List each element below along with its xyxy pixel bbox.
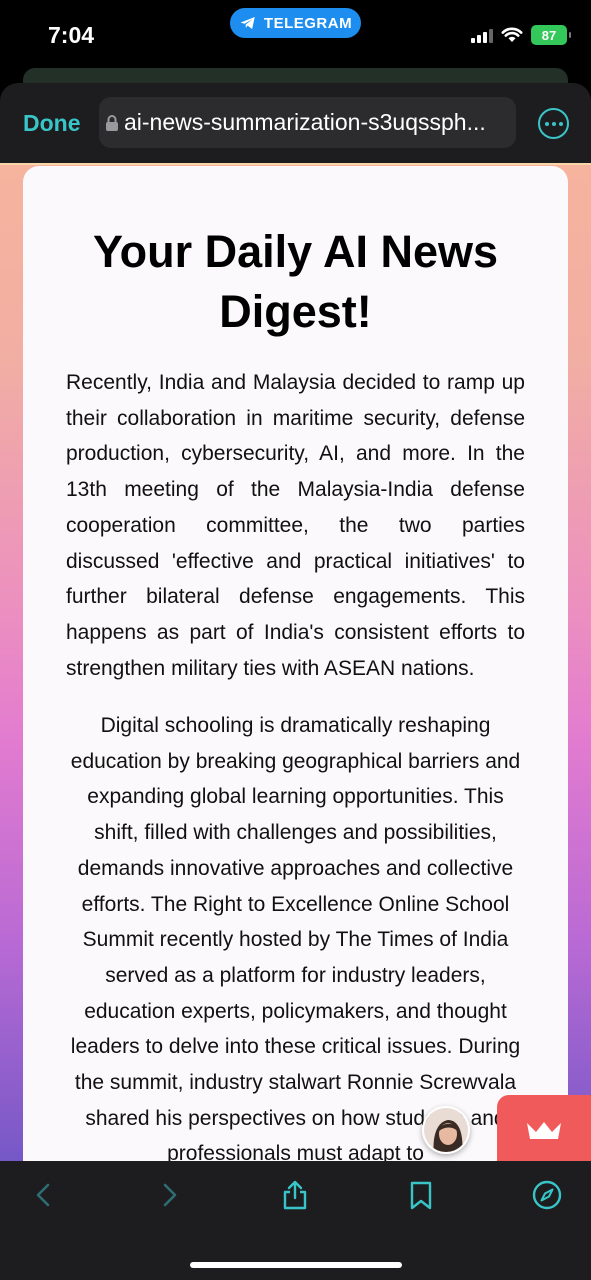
status-icons: 87	[471, 25, 571, 45]
battery-level: 87	[541, 27, 557, 43]
done-button[interactable]: Done	[23, 110, 81, 137]
article-paragraph-2: Digital schooling is dramatically reshap…	[70, 714, 521, 1161]
cellular-signal-icon	[471, 27, 493, 43]
article-title: Your Daily AI News Digest!	[92, 226, 499, 337]
status-time: 7:04	[48, 22, 95, 48]
telegram-label: TELEGRAM	[263, 14, 353, 32]
article-card: Your Daily AI News Digest! Recently, Ind…	[23, 166, 568, 1161]
browser-address-bar: Done ai-news-summarization-s3uqssph...	[0, 83, 591, 163]
telegram-return-pill[interactable]: TELEGRAM	[230, 8, 361, 38]
url-text: ai-news-summarization-s3uqssph...	[124, 109, 486, 135]
home-indicator[interactable]	[190, 1262, 402, 1268]
battery-icon: 87	[531, 25, 571, 45]
more-options-icon[interactable]	[538, 108, 569, 139]
crown-widget-button[interactable]	[497, 1095, 591, 1161]
wifi-icon	[501, 27, 523, 42]
chat-avatar[interactable]	[422, 1106, 470, 1154]
lock-icon	[106, 114, 118, 131]
article-paragraph-1: Recently, India and Malaysia decided to …	[66, 371, 525, 680]
status-bar: 7:04 TELEGRAM 87	[0, 0, 591, 70]
page-top-divider	[0, 163, 591, 165]
back-icon[interactable]	[29, 1179, 59, 1211]
forward-icon[interactable]	[154, 1179, 184, 1211]
share-icon[interactable]	[280, 1179, 310, 1211]
bookmark-icon[interactable]	[406, 1179, 436, 1211]
compass-icon[interactable]	[532, 1179, 562, 1211]
web-page: Your Daily AI News Digest! Recently, Ind…	[0, 163, 591, 1161]
telegram-icon	[240, 17, 255, 29]
crown-icon	[527, 1122, 561, 1139]
url-field[interactable]: ai-news-summarization-s3uqssph...	[99, 97, 516, 148]
